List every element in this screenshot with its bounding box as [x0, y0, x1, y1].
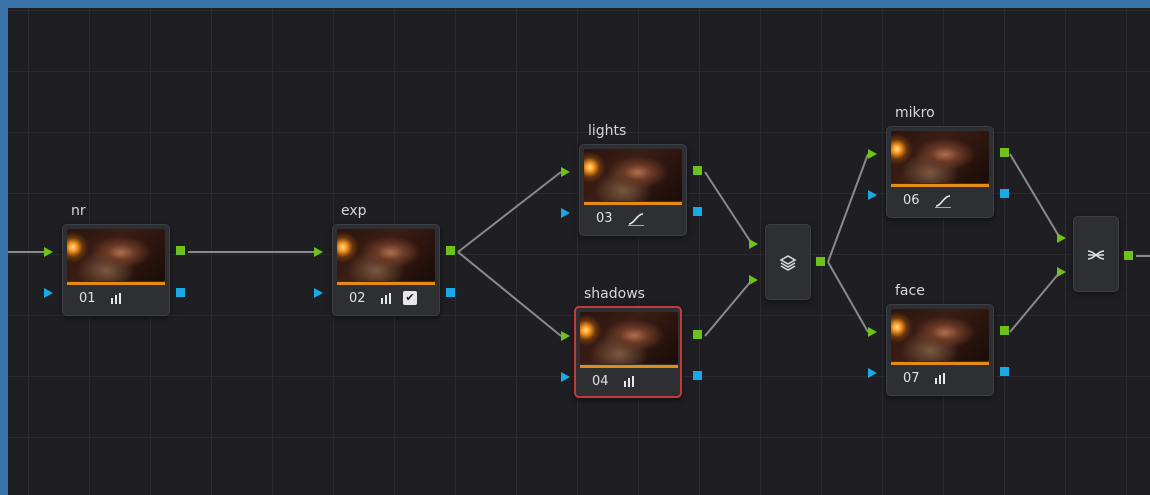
checkbox-icon[interactable]: ✔ — [403, 291, 417, 305]
node-label: nr — [71, 203, 86, 219]
node-number: 07 — [903, 371, 920, 386]
node-progress-bar — [337, 282, 435, 285]
bars-icon — [381, 291, 393, 305]
output-port-green[interactable] — [176, 246, 185, 255]
input-port-green[interactable] — [749, 239, 758, 249]
node-graph-canvas[interactable]: nr 01 exp 02 ✔ lights 03 shadows 04 mikr… — [8, 8, 1150, 495]
node-thumbnail — [337, 229, 435, 281]
node-thumbnail — [580, 312, 678, 364]
node-progress-bar — [891, 184, 989, 187]
output-port-blue[interactable] — [446, 288, 455, 297]
input-port-blue[interactable] — [561, 208, 570, 218]
wire-lights-mix — [704, 171, 753, 245]
input-port-green[interactable] — [868, 149, 877, 159]
output-port-blue[interactable] — [1000, 367, 1009, 376]
parallel-mixer-icon — [1086, 245, 1106, 265]
node-thumbnail — [584, 149, 682, 201]
node-label: lights — [588, 123, 627, 139]
wire-mix-face — [827, 261, 869, 333]
output-port-blue[interactable] — [176, 288, 185, 297]
node-01-nr[interactable]: nr 01 — [62, 203, 170, 316]
node-thumbnail — [67, 229, 165, 281]
node-label: mikro — [895, 105, 935, 121]
output-port-green[interactable] — [1000, 148, 1009, 157]
wire-mikro-mix2 — [1009, 153, 1061, 239]
node-06-mikro[interactable]: mikro 06 — [886, 105, 994, 218]
bars-icon — [935, 371, 947, 385]
node-07-face[interactable]: face 07 — [886, 283, 994, 396]
input-port-blue[interactable] — [868, 190, 877, 200]
bars-icon — [624, 374, 636, 388]
input-port-green[interactable] — [44, 247, 53, 257]
parallel-mixer-node[interactable] — [1073, 216, 1119, 292]
wire-mix-mikro — [827, 153, 869, 263]
input-port-blue[interactable] — [561, 372, 570, 382]
output-port-blue[interactable] — [693, 207, 702, 216]
node-progress-bar — [584, 202, 682, 205]
output-port-green[interactable] — [1000, 326, 1009, 335]
bars-icon — [111, 291, 123, 305]
node-label: shadows — [584, 286, 645, 302]
node-03-lights[interactable]: lights 03 — [579, 123, 687, 236]
output-port-green[interactable] — [1124, 251, 1133, 260]
node-number: 06 — [903, 193, 920, 208]
input-port-blue[interactable] — [868, 368, 877, 378]
output-port-green[interactable] — [693, 166, 702, 175]
output-port-green[interactable] — [693, 330, 702, 339]
node-label: face — [895, 283, 925, 299]
node-thumbnail — [891, 309, 989, 361]
output-port-blue[interactable] — [1000, 189, 1009, 198]
wire-exp-lights — [457, 171, 562, 253]
node-thumbnail — [891, 131, 989, 183]
wire-exp-shadows — [457, 251, 562, 337]
node-number: 02 — [349, 291, 366, 306]
node-number: 01 — [79, 291, 96, 306]
input-port-blue[interactable] — [44, 288, 53, 298]
node-02-exp[interactable]: exp 02 ✔ — [332, 203, 440, 316]
node-label: exp — [341, 203, 367, 219]
layer-mixer-node[interactable] — [765, 224, 811, 300]
node-number: 04 — [592, 374, 609, 389]
node-progress-bar — [580, 365, 678, 368]
curve-icon — [935, 193, 951, 208]
input-port-green[interactable] — [1057, 267, 1066, 277]
output-port-green[interactable] — [816, 257, 825, 266]
node-number: 03 — [596, 211, 613, 226]
node-progress-bar — [891, 362, 989, 365]
output-port-blue[interactable] — [693, 371, 702, 380]
input-port-green[interactable] — [314, 247, 323, 257]
input-port-green[interactable] — [749, 275, 758, 285]
node-progress-bar — [67, 282, 165, 285]
output-port-green[interactable] — [446, 246, 455, 255]
curve-icon — [628, 211, 644, 226]
input-port-green[interactable] — [1057, 233, 1066, 243]
input-port-blue[interactable] — [314, 288, 323, 298]
wire-shadows-mix — [704, 279, 753, 337]
input-port-green[interactable] — [561, 331, 570, 341]
layer-stack-icon — [778, 253, 798, 273]
wire-face-mix2 — [1009, 271, 1061, 333]
input-port-green[interactable] — [561, 167, 570, 177]
input-port-green[interactable] — [868, 327, 877, 337]
node-04-shadows[interactable]: shadows 04 — [574, 286, 682, 398]
